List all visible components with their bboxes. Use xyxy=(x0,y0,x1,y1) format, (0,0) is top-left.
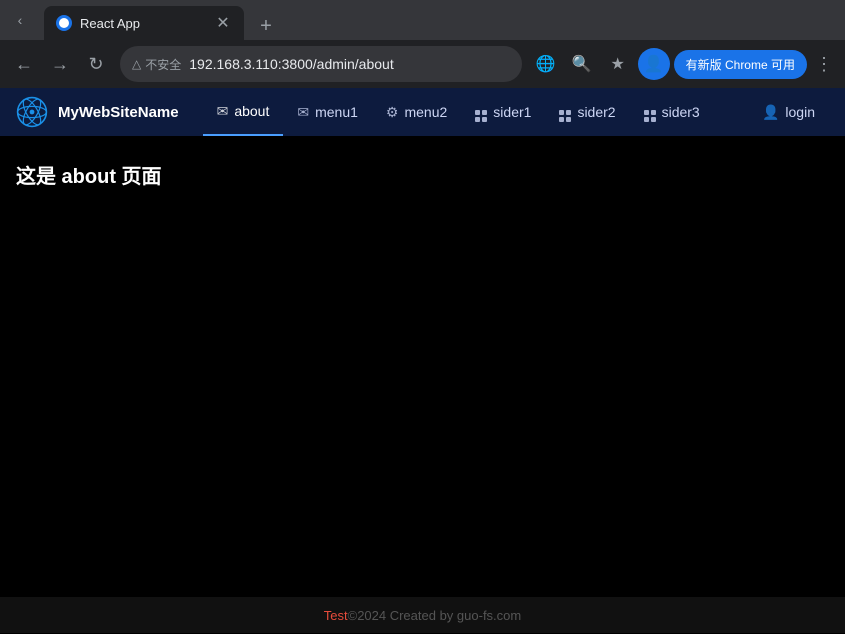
nav-label-menu2: menu2 xyxy=(404,104,447,120)
nav-item-about[interactable]: ✉ about xyxy=(203,88,284,136)
nav-label-login: login xyxy=(785,104,815,120)
nav-label-sider2: sider2 xyxy=(577,104,615,120)
nav-label-sider3: sider3 xyxy=(662,104,700,120)
grid-icon-sider1 xyxy=(475,102,487,122)
bookmark-button[interactable]: ★ xyxy=(602,48,634,80)
nav-item-sider2[interactable]: sider2 xyxy=(545,88,629,136)
envelope-icon-menu1: ✉ xyxy=(297,104,309,121)
nav-label-about: about xyxy=(234,103,269,119)
user-icon-login: 👤 xyxy=(762,104,779,121)
grid-icon-sider2 xyxy=(559,102,571,122)
search-button[interactable]: 🔍 xyxy=(566,48,598,80)
footer-highlight: Test xyxy=(324,608,348,623)
url-text: 192.168.3.110:3800/admin/about xyxy=(189,56,509,72)
footer-copy: ©2024 Created by guo-fs.com xyxy=(348,608,522,623)
footer: Test ©2024 Created by guo-fs.com xyxy=(0,597,845,633)
app-content: MyWebSiteName ✉ about ✉ menu1 ⚙ menu2 xyxy=(0,88,845,633)
nav-item-menu1[interactable]: ✉ menu1 xyxy=(283,88,372,136)
warning-triangle: △ xyxy=(132,57,141,71)
envelope-icon-about: ✉ xyxy=(217,103,229,120)
grid-icon-sider3 xyxy=(644,102,656,122)
tab-favicon xyxy=(56,15,72,31)
security-icon: △ 不安全 xyxy=(132,56,181,73)
nav-links: ✉ about ✉ menu1 ⚙ menu2 sider1 xyxy=(203,88,748,136)
brand-logo xyxy=(16,96,48,128)
gear-icon-menu2: ⚙ xyxy=(386,104,399,121)
nav-item-login[interactable]: 👤 login xyxy=(748,104,829,121)
active-tab[interactable]: React App ✕ xyxy=(44,6,244,40)
tab-close-button[interactable]: ✕ xyxy=(214,14,232,32)
chrome-update-button[interactable]: 有新版 Chrome 可用 xyxy=(674,50,807,79)
nav-label-menu1: menu1 xyxy=(315,104,358,120)
browser-chrome: ‹ React App ✕ + ← → ↻ △ 不安全 192.168.3.11… xyxy=(0,0,845,88)
browser-menu-button[interactable]: ⋮ xyxy=(811,50,837,79)
tab-title: React App xyxy=(80,16,206,31)
nav-item-sider1[interactable]: sider1 xyxy=(461,88,545,136)
reload-button[interactable]: ↻ xyxy=(80,48,112,80)
translate-button[interactable]: 🌐 xyxy=(530,48,562,80)
navbar: MyWebSiteName ✉ about ✉ menu1 ⚙ menu2 xyxy=(0,88,845,136)
brand-name: MyWebSiteName xyxy=(58,104,179,121)
toolbar-right: 🌐 🔍 ★ 👤 有新版 Chrome 可用 ⋮ xyxy=(530,48,837,80)
new-tab-button[interactable]: + xyxy=(252,12,280,40)
page-heading: 这是 about 页面 xyxy=(16,160,829,189)
main-content: 这是 about 页面 xyxy=(0,136,845,597)
nav-item-menu2[interactable]: ⚙ menu2 xyxy=(372,88,461,136)
favicon-inner xyxy=(59,18,69,28)
address-bar[interactable]: △ 不安全 192.168.3.110:3800/admin/about xyxy=(120,46,522,82)
toolbar: ← → ↻ △ 不安全 192.168.3.110:3800/admin/abo… xyxy=(0,40,845,88)
tab-bar: ‹ React App ✕ + xyxy=(0,0,845,40)
nav-label-sider1: sider1 xyxy=(493,104,531,120)
nav-item-sider3[interactable]: sider3 xyxy=(630,88,714,136)
profile-button[interactable]: 👤 xyxy=(638,48,670,80)
forward-button[interactable]: → xyxy=(44,48,76,80)
tab-controls: ‹ xyxy=(8,0,40,40)
security-label: 不安全 xyxy=(145,56,181,73)
back-button[interactable]: ← xyxy=(8,48,40,80)
brand[interactable]: MyWebSiteName xyxy=(16,96,179,128)
nav-right: 👤 login xyxy=(748,104,829,121)
tab-scroll-left[interactable]: ‹ xyxy=(8,8,32,32)
